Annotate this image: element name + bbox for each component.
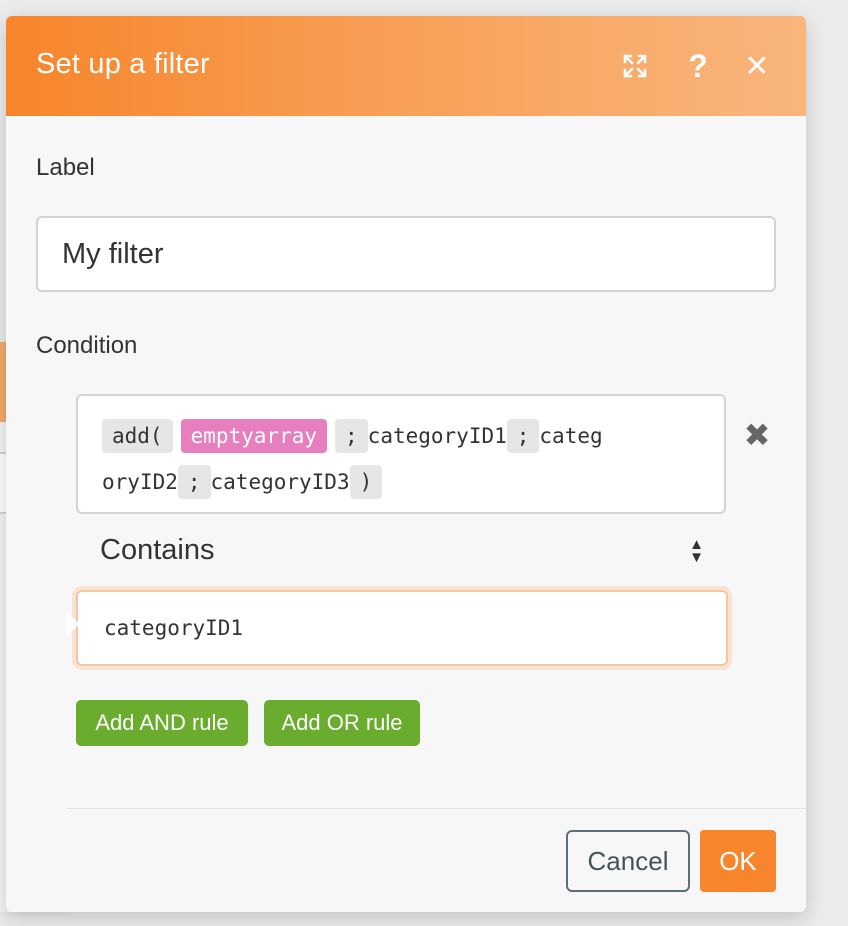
help-icon[interactable]: ?: [678, 46, 718, 86]
label-field-label: Label: [36, 154, 95, 181]
expression-text: categoryID1: [367, 424, 507, 448]
add-and-rule-button[interactable]: Add AND rule: [76, 700, 248, 746]
add-or-rule-button[interactable]: Add OR rule: [264, 700, 420, 746]
condition-expression-field[interactable]: add(emptyarray; categoryID1; categ oryID2; c…: [76, 394, 726, 514]
operator-value: Contains: [100, 534, 215, 566]
cancel-button[interactable]: Cancel: [566, 830, 690, 892]
function-token-add: add(: [102, 419, 173, 453]
filter-dialog: Set up a filter ? ✕ Label Condition add(…: [6, 16, 806, 912]
expression-text: categ: [539, 424, 603, 448]
operator-select[interactable]: Contains ▲ ▼: [100, 534, 712, 574]
variable-token-emptyarray: emptyarray: [180, 419, 328, 453]
close-icon[interactable]: ✕: [737, 46, 777, 86]
dialog-header: Set up a filter ? ✕: [6, 16, 806, 116]
expression-text: oryID2: [102, 470, 178, 494]
sort-arrows-icon: ▲ ▼: [689, 536, 704, 566]
separator-token: ;: [506, 419, 540, 453]
panel-pointer: [66, 612, 80, 636]
expand-arrows-icon: [623, 54, 647, 78]
label-input[interactable]: [36, 216, 776, 292]
expression-text: categoryID3: [210, 470, 350, 494]
condition-value-input[interactable]: [76, 590, 728, 666]
stage: ✕ Set up a filter ? ✕ Label Co: [0, 0, 848, 926]
footer-divider: [66, 808, 806, 809]
separator-token: ;: [177, 465, 211, 499]
expand-icon[interactable]: [615, 46, 655, 86]
condition-label: Condition: [36, 332, 138, 359]
dialog-title: Set up a filter: [36, 48, 210, 80]
separator-token: ;: [335, 419, 368, 453]
ok-button[interactable]: OK: [700, 830, 776, 892]
remove-condition-button[interactable]: ✖: [742, 417, 772, 453]
function-close-token: ): [349, 465, 383, 499]
